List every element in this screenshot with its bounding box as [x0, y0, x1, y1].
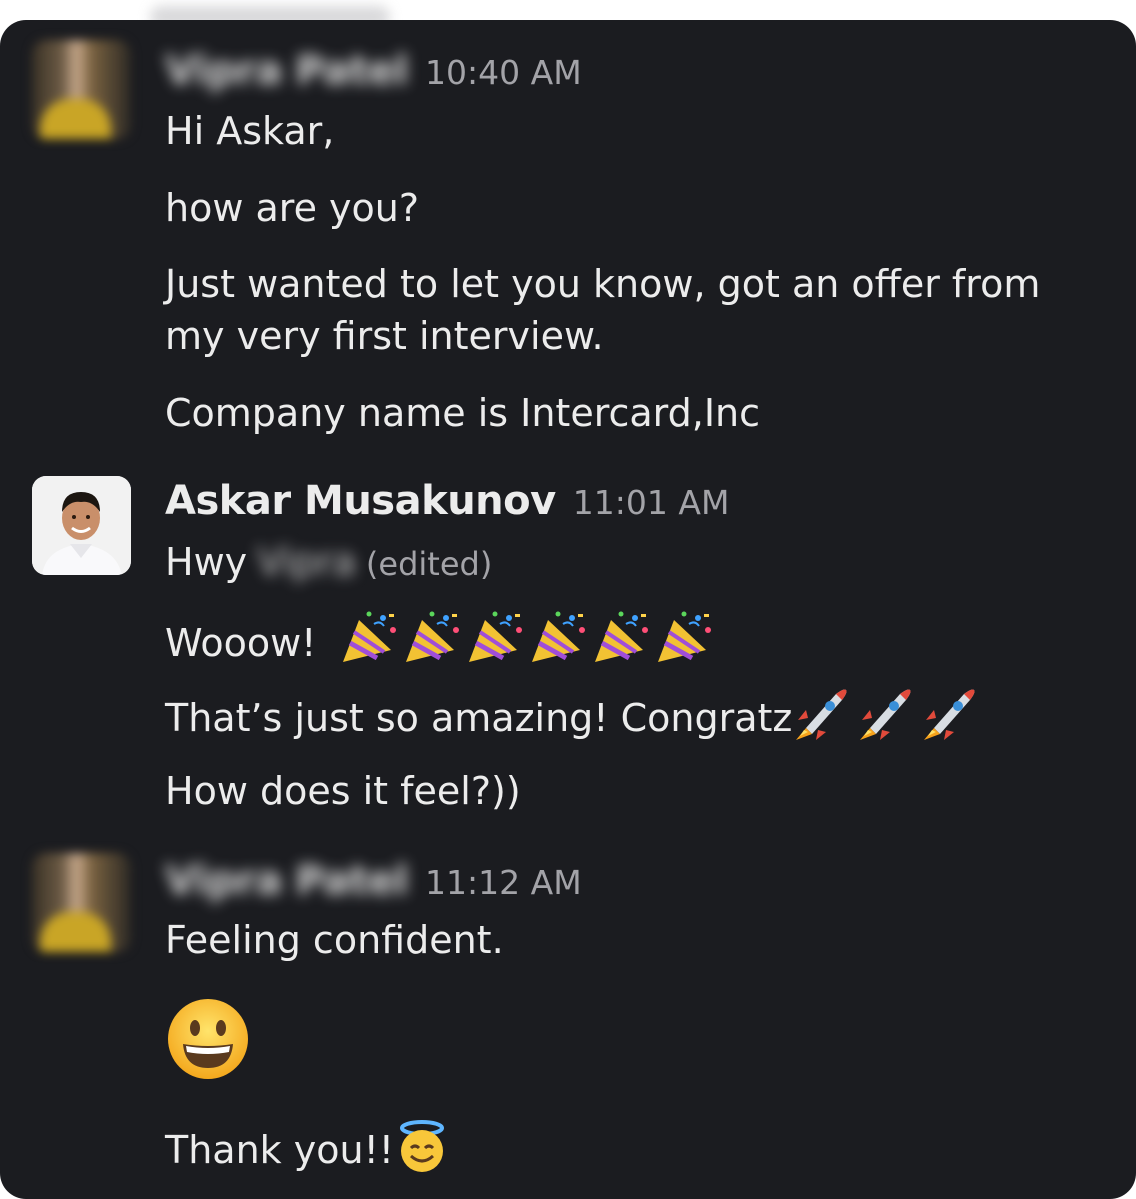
sender-name[interactable]: Vipra Patel	[165, 858, 408, 904]
timestamp[interactable]: 10:40 AM	[425, 53, 582, 92]
message-text: Just wanted to let you know, got an offe…	[165, 262, 1041, 358]
grinning-face-icon	[165, 996, 251, 1095]
wow-text: Wooow!	[165, 621, 317, 665]
thanks-text: Thank you!!	[165, 1128, 395, 1172]
message-text: That’s just so amazing! Congratz	[165, 686, 978, 755]
congrats-text: That’s just so amazing! Congratz	[165, 696, 793, 740]
blurred-name: Vipra	[257, 540, 356, 584]
party-popper-icon	[339, 610, 719, 681]
smiling-face-with-halo-icon	[394, 1118, 450, 1187]
rocket-icon	[792, 686, 978, 755]
avatar[interactable]	[32, 40, 131, 139]
message-text: Thank you!!	[165, 1118, 450, 1187]
message-text: Hi Askar,	[165, 109, 335, 153]
message-text: how are you?	[165, 186, 420, 230]
avatar[interactable]	[32, 853, 131, 952]
message-header: Vipra Patel 11:12 AM	[165, 858, 582, 904]
message-text: Feeling confident.	[165, 918, 504, 962]
message-text: Wooow!	[165, 610, 719, 681]
message-list: Vipra Patel 10:40 AM Hi Askar, how are y…	[0, 20, 1136, 1199]
message-text: Hwy Vipra (edited)	[165, 536, 492, 590]
emoji-message	[165, 996, 251, 1086]
timestamp[interactable]: 11:12 AM	[425, 863, 582, 902]
message-header: Askar Musakunov 11:01 AM	[165, 478, 729, 524]
message-header: Vipra Patel 10:40 AM	[165, 48, 582, 94]
sender-name[interactable]: Vipra Patel	[165, 48, 408, 94]
timestamp[interactable]: 11:01 AM	[573, 483, 730, 522]
message-text: Company name is Intercard,Inc	[165, 391, 761, 435]
sender-name[interactable]: Askar Musakunov	[165, 478, 556, 524]
greeting-text: Hwy	[165, 540, 248, 584]
avatar[interactable]	[32, 476, 131, 575]
edited-label: (edited)	[365, 545, 493, 583]
message-text: How does it feel?))	[165, 769, 521, 813]
